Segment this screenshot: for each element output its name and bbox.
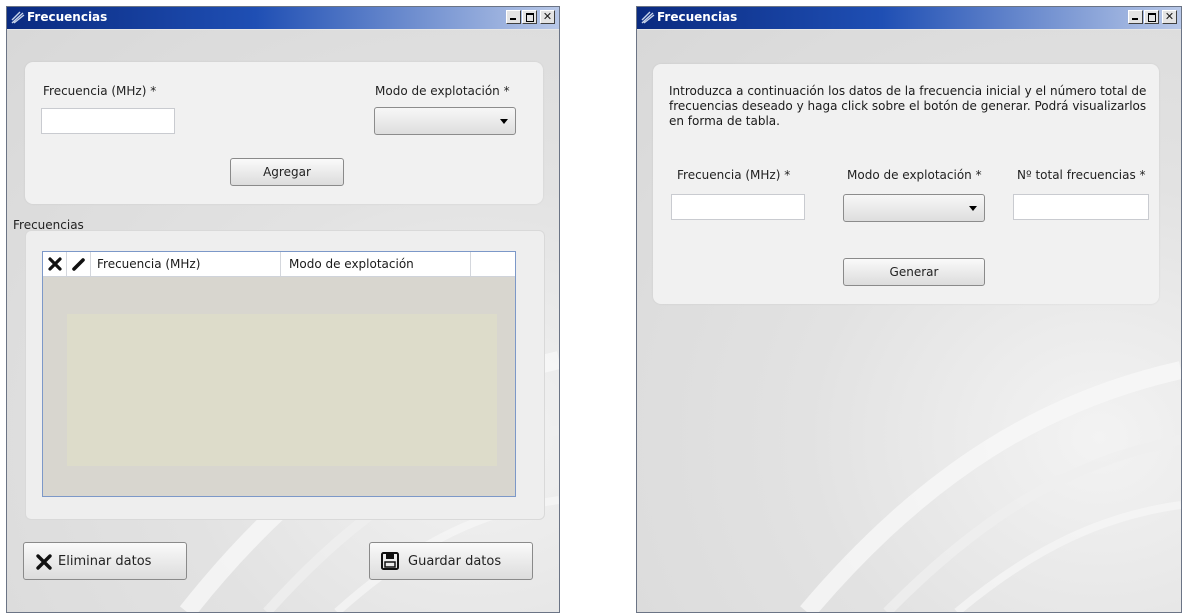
window-title: Frecuencias <box>27 10 108 24</box>
mode-select[interactable] <box>374 107 516 135</box>
frecuencias-window-right: Frecuencias ✕ Introduzca a continuación … <box>636 6 1182 613</box>
frequency-input[interactable] <box>671 194 805 220</box>
x-icon <box>48 257 62 271</box>
delete-column-header[interactable] <box>43 252 67 276</box>
title-bar[interactable]: Frecuencias ✕ <box>637 7 1181 29</box>
add-button[interactable]: Agregar <box>230 158 344 186</box>
edit-column-header[interactable] <box>67 252 91 276</box>
app-icon <box>11 11 25 24</box>
delete-data-button[interactable]: Eliminar datos <box>23 542 187 580</box>
save-data-label: Guardar datos <box>408 554 502 569</box>
frecuencias-window-left: Frecuencias ✕ Frecuencia (MHz) * Modo de… <box>6 6 560 613</box>
frequency-input[interactable] <box>41 108 175 134</box>
delete-data-label: Eliminar datos <box>58 554 152 569</box>
chevron-down-icon <box>969 206 977 211</box>
maximize-icon[interactable] <box>1144 10 1159 24</box>
frequencies-group: Frecuencia (MHz) Modo de explotación <box>25 230 545 520</box>
mode-select[interactable] <box>843 194 985 222</box>
instructions-text: Introduzca a continuación los datos de l… <box>669 84 1147 128</box>
frequency-label: Frecuencia (MHz) * <box>677 168 791 182</box>
maximize-icon[interactable] <box>522 10 537 24</box>
column-header-frequency[interactable]: Frecuencia (MHz) <box>91 252 281 276</box>
minimize-icon[interactable] <box>1128 10 1143 24</box>
total-frequencies-input[interactable] <box>1013 194 1149 220</box>
close-icon[interactable]: ✕ <box>540 10 555 24</box>
table-empty-viewport <box>67 314 497 466</box>
generate-panel: Introduzca a continuación los datos de l… <box>653 64 1159 304</box>
pencil-icon <box>72 258 85 271</box>
generate-button[interactable]: Generar <box>843 258 985 286</box>
frequency-label: Frecuencia (MHz) * <box>43 84 157 98</box>
table-header: Frecuencia (MHz) Modo de explotación <box>43 252 515 277</box>
chevron-down-icon <box>500 119 508 124</box>
close-icon[interactable]: ✕ <box>1162 10 1177 24</box>
frequencies-table[interactable]: Frecuencia (MHz) Modo de explotación <box>42 251 516 497</box>
title-bar[interactable]: Frecuencias ✕ <box>7 7 559 29</box>
add-button-label: Agregar <box>263 165 311 179</box>
total-frequencies-label: Nº total frecuencias * <box>1017 168 1146 182</box>
window-client-area: Frecuencia (MHz) * Modo de explotación *… <box>7 30 559 612</box>
save-data-button[interactable]: Guardar datos <box>369 542 533 580</box>
generate-button-label: Generar <box>889 265 939 279</box>
entry-panel: Frecuencia (MHz) * Modo de explotación *… <box>25 62 543 204</box>
window-client-area: Introduzca a continuación los datos de l… <box>637 30 1181 612</box>
mode-label: Modo de explotación * <box>847 168 982 182</box>
app-icon <box>641 11 655 24</box>
window-title: Frecuencias <box>657 10 738 24</box>
x-icon <box>36 554 52 570</box>
floppy-disk-icon <box>381 552 399 570</box>
column-header-mode[interactable]: Modo de explotación <box>281 252 471 276</box>
minimize-icon[interactable] <box>506 10 521 24</box>
mode-label: Modo de explotación * <box>375 84 510 98</box>
